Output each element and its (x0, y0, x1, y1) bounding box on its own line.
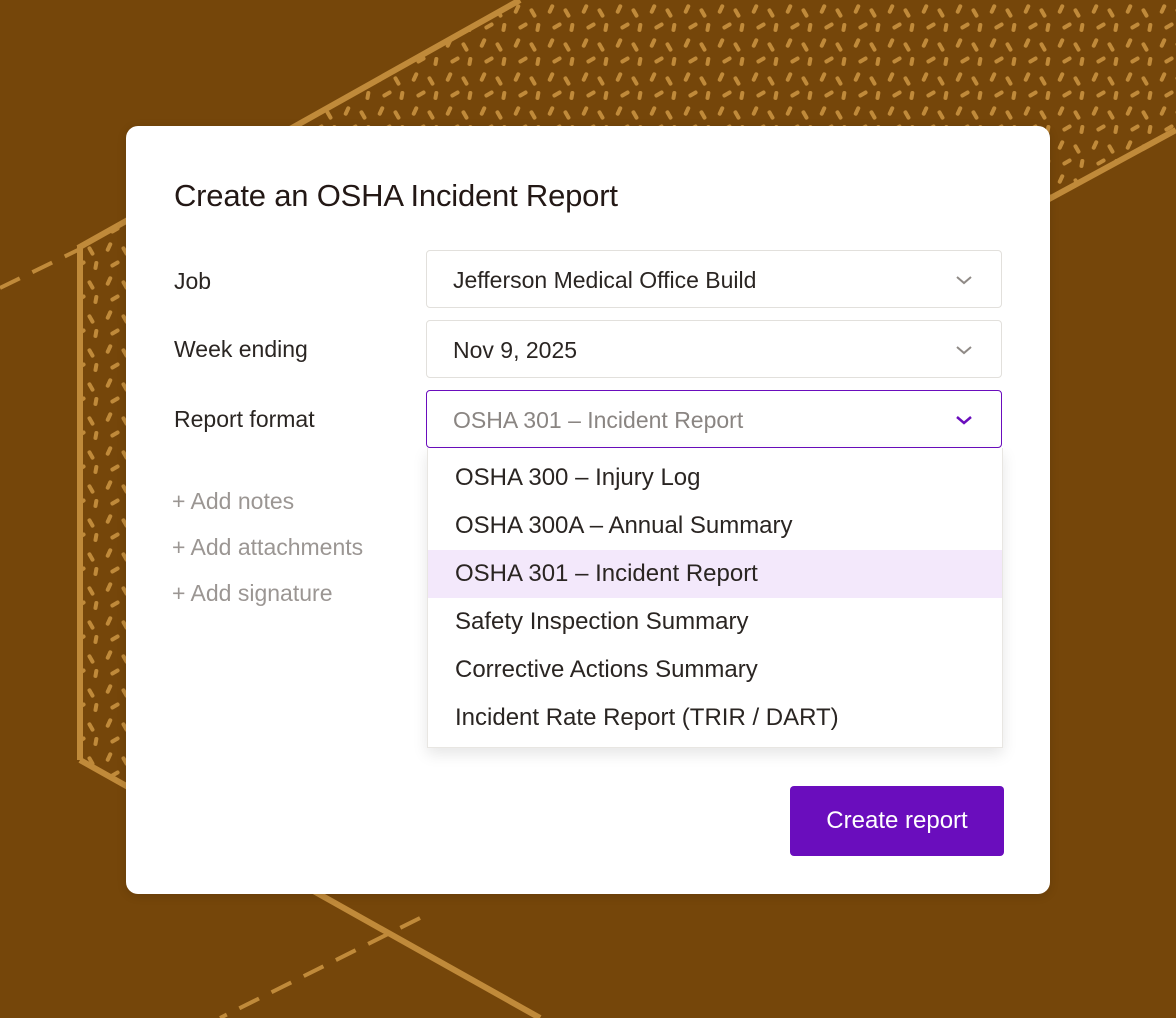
week-ending-select-value: Nov 9, 2025 (453, 337, 578, 363)
week-ending-select[interactable]: Nov 9, 2025 (426, 320, 1002, 378)
dropdown-option[interactable]: Incident Rate Report (TRIR / DART) (428, 694, 1002, 742)
job-select-value: Jefferson Medical Office Build (453, 267, 757, 293)
add-attachments-link[interactable]: + Add attachments (172, 532, 363, 562)
add-notes-link[interactable]: + Add notes (172, 486, 294, 516)
chevron-down-icon (956, 416, 972, 425)
chevron-down-icon (956, 346, 972, 355)
report-format-label: Report format (174, 406, 315, 432)
dialog-title: Create an OSHA Incident Report (174, 178, 618, 213)
job-select[interactable]: Jefferson Medical Office Build (426, 250, 1002, 308)
report-format-select[interactable]: OSHA 301 – Incident Report (426, 390, 1002, 448)
create-report-button[interactable]: Create report (790, 786, 1004, 856)
dropdown-option-selected[interactable]: OSHA 301 – Incident Report (428, 550, 1002, 598)
report-format-select-value: OSHA 301 – Incident Report (453, 407, 744, 433)
create-report-dialog: Create an OSHA Incident Report Job Jeffe… (126, 126, 1050, 894)
week-ending-label: Week ending (174, 336, 308, 362)
chevron-down-icon (956, 276, 972, 285)
add-signature-link[interactable]: + Add signature (172, 578, 332, 608)
dropdown-option[interactable]: OSHA 300 – Injury Log (428, 454, 1002, 502)
dropdown-option[interactable]: Corrective Actions Summary (428, 646, 1002, 694)
dropdown-option[interactable]: OSHA 300A – Annual Summary (428, 502, 1002, 550)
report-format-dropdown: OSHA 300 – Injury Log OSHA 300A – Annual… (427, 448, 1003, 748)
dropdown-option[interactable]: Safety Inspection Summary (428, 598, 1002, 646)
job-label: Job (174, 268, 212, 294)
